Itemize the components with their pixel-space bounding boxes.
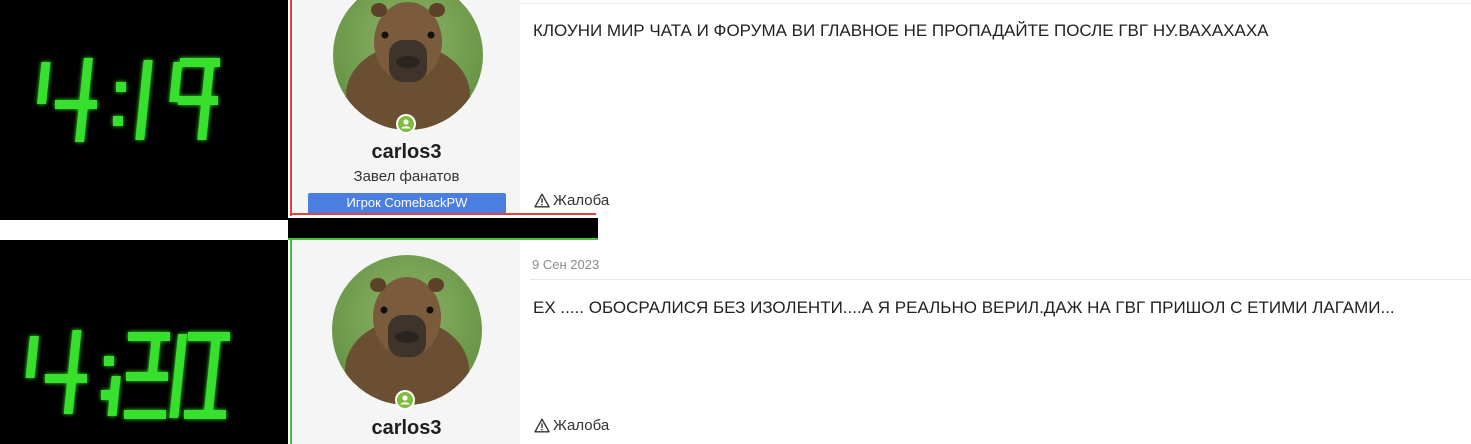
avatar-image xyxy=(345,277,469,405)
online-status-indicator xyxy=(395,390,415,410)
report-label: Жалоба xyxy=(553,417,610,434)
post-divider xyxy=(520,3,1471,4)
black-bar xyxy=(288,218,598,240)
warning-triangle-icon xyxy=(534,418,550,433)
user-title: Завел фанатов xyxy=(353,168,460,185)
post-date[interactable]: 9 Сен 2023 xyxy=(532,257,599,272)
post-author[interactable]: carlos3 xyxy=(293,417,520,440)
online-status-indicator xyxy=(396,114,416,134)
highlight-frame-bottom xyxy=(290,213,596,215)
highlight-frame-left xyxy=(290,0,292,216)
highlight-line-left xyxy=(290,240,292,444)
report-label: Жалоба xyxy=(553,192,610,209)
user-online-icon xyxy=(400,395,410,405)
report-link[interactable]: Жалоба xyxy=(534,417,609,434)
capybara-avatar[interactable] xyxy=(333,0,483,130)
avatar-image xyxy=(346,2,470,130)
capybara-avatar[interactable] xyxy=(332,255,482,405)
digital-clock-420 xyxy=(25,330,230,419)
post-message: КЛОУНИ МИР ЧАТА И ФОРУМА ВИ ГЛАВНОЕ НЕ П… xyxy=(533,21,1269,40)
clock-image-bottom xyxy=(0,240,288,444)
post-author[interactable]: carlos3 xyxy=(293,141,520,164)
warning-triangle-icon xyxy=(534,193,550,208)
report-link[interactable]: Жалоба xyxy=(534,192,609,209)
clock-image-top xyxy=(0,0,288,220)
separator xyxy=(0,220,288,240)
digital-clock-419 xyxy=(37,58,220,142)
user-panel-1: carlos3 Завел фанатов Игрок ComebackPW xyxy=(293,0,520,213)
post-message: ЕХ ..... ОБОСРАЛИСЯ БЕЗ ИЗОЛЕНТИ....А Я … xyxy=(533,298,1395,317)
post-divider xyxy=(530,279,1471,280)
user-badge: Игрок ComebackPW xyxy=(308,193,506,213)
user-panel-2: carlos3 xyxy=(293,240,520,444)
user-online-icon xyxy=(401,119,411,129)
